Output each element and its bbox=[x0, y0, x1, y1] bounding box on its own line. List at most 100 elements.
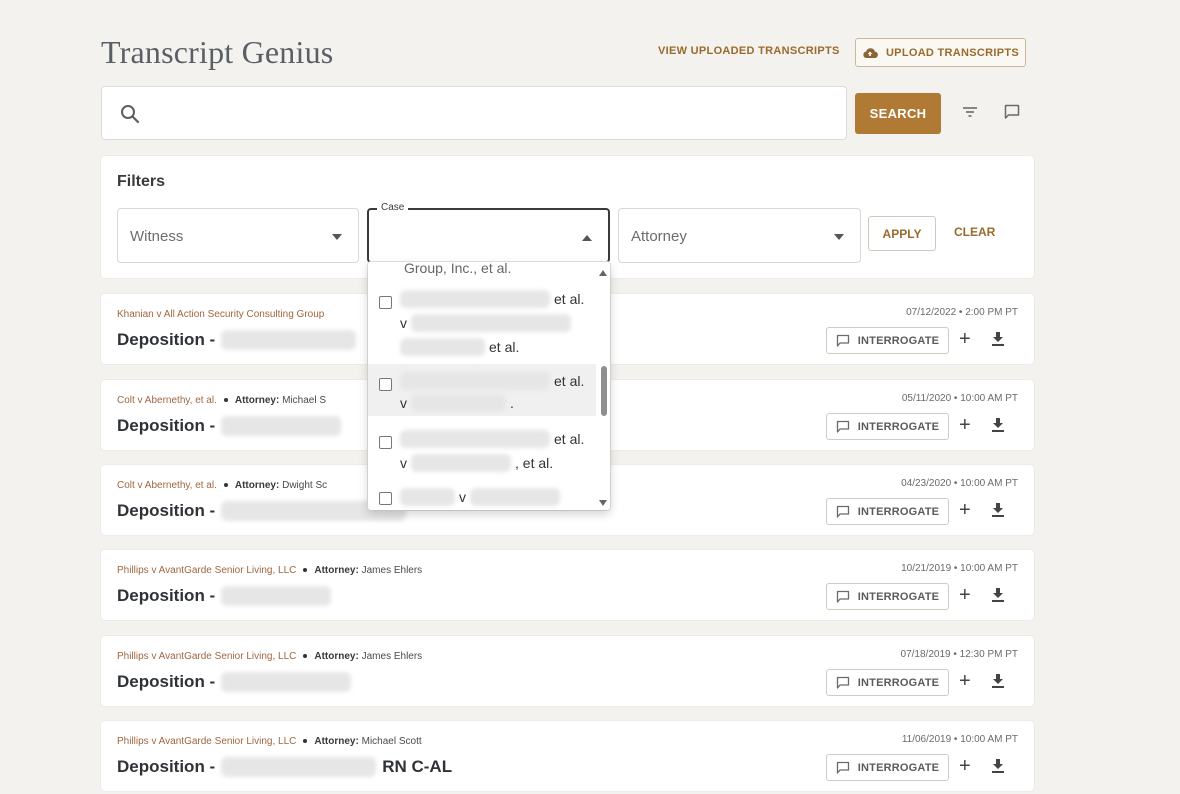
deposition-date: 07/12/2022 • 2:00 PM PT bbox=[906, 307, 1018, 318]
add-icon[interactable]: + bbox=[959, 585, 971, 605]
transcript-card[interactable]: Phillips v AvantGarde Senior Living, LLC… bbox=[101, 636, 1034, 706]
case-name[interactable]: Phillips v AvantGarde Senior Living, LLC bbox=[117, 736, 296, 747]
option-text: v bbox=[400, 455, 407, 471]
option-checkbox[interactable] bbox=[379, 436, 392, 449]
card-meta: Colt v Abernethy, et al. Attorney: Dwight… bbox=[117, 480, 327, 491]
option-text: et al. bbox=[554, 431, 585, 447]
separator-dot bbox=[303, 567, 308, 572]
case-name[interactable]: Colt v Abernethy, et al. bbox=[117, 395, 217, 406]
scroll-up-arrow-icon[interactable] bbox=[599, 270, 607, 276]
interrogate-button[interactable]: INTERROGATE bbox=[826, 327, 949, 354]
witness-placeholder: Witness bbox=[130, 228, 184, 245]
add-icon[interactable]: + bbox=[959, 756, 971, 776]
case-label: Case bbox=[377, 202, 409, 213]
interrogate-button[interactable]: INTERROGATE bbox=[826, 754, 949, 781]
option-checkbox[interactable] bbox=[379, 378, 392, 391]
chat-icon[interactable] bbox=[1003, 103, 1021, 121]
case-option[interactable]: v bbox=[368, 484, 596, 510]
option-checkbox[interactable] bbox=[379, 296, 392, 309]
case-option[interactable]: et al. v , et al. bbox=[368, 422, 596, 474]
attorney-select[interactable]: Attorney bbox=[618, 208, 861, 263]
option-text: et al. bbox=[554, 373, 585, 389]
download-icon[interactable] bbox=[992, 332, 1004, 346]
search-button[interactable]: SEARCH bbox=[855, 93, 941, 134]
case-name[interactable]: Colt v Abernethy, et al. bbox=[117, 480, 217, 491]
search-box bbox=[101, 86, 847, 140]
deposition-label: Deposition - bbox=[117, 501, 216, 520]
chevron-down-icon bbox=[332, 234, 342, 240]
attorney-name: James Ehlers bbox=[361, 565, 423, 576]
chevron-down-icon bbox=[834, 234, 844, 240]
deposition-title[interactable]: Deposition - bbox=[117, 416, 347, 436]
chat-icon bbox=[836, 761, 849, 774]
apply-button[interactable]: APPLY bbox=[868, 216, 936, 251]
chat-icon bbox=[836, 590, 849, 603]
interrogate-button[interactable]: INTERROGATE bbox=[826, 583, 949, 610]
witness-select[interactable]: Witness bbox=[117, 208, 359, 263]
redacted-witness bbox=[221, 416, 342, 436]
option-text: . bbox=[510, 395, 514, 411]
upload-transcripts-button[interactable]: UPLOAD TRANSCRIPTS bbox=[855, 38, 1026, 67]
add-icon[interactable]: + bbox=[959, 671, 971, 691]
deposition-date: 11/06/2019 • 10:00 AM PT bbox=[901, 734, 1018, 745]
deposition-suffix: RN C-AL bbox=[382, 757, 453, 776]
transcript-card[interactable]: Phillips v AvantGarde Senior Living, LLC… bbox=[101, 721, 1034, 791]
chat-icon bbox=[836, 505, 849, 518]
attorney-label: Attorney: bbox=[314, 565, 359, 576]
filters-panel: Filters Witness Case Attorney APPLY CLEA… bbox=[101, 156, 1034, 278]
transcript-card[interactable]: Phillips v AvantGarde Senior Living, LLC… bbox=[101, 550, 1034, 620]
view-uploaded-transcripts-link[interactable]: VIEW UPLOADED TRANSCRIPTS bbox=[658, 45, 840, 57]
case-name[interactable]: Phillips v AvantGarde Senior Living, LLC bbox=[117, 651, 296, 662]
scrollbar-thumb[interactable] bbox=[601, 366, 607, 416]
attorney-name: Michael Scott bbox=[361, 736, 422, 747]
interrogate-label: INTERROGATE bbox=[857, 761, 940, 774]
option-checkbox[interactable] bbox=[379, 492, 392, 505]
app-title: Transcript Genius bbox=[101, 34, 334, 70]
cloud-upload-icon bbox=[863, 47, 878, 58]
deposition-label: Deposition - bbox=[117, 757, 216, 776]
add-icon[interactable]: + bbox=[959, 415, 971, 435]
dropdown-scrollbar[interactable] bbox=[598, 262, 610, 510]
search-input[interactable] bbox=[152, 99, 832, 129]
download-icon[interactable] bbox=[992, 503, 1004, 517]
deposition-title[interactable]: Deposition - bbox=[117, 586, 337, 606]
interrogate-button[interactable]: INTERROGATE bbox=[826, 669, 949, 696]
add-icon[interactable]: + bbox=[959, 500, 971, 520]
deposition-date: 07/18/2019 • 12:30 PM PT bbox=[900, 649, 1018, 660]
case-dropdown-list[interactable]: Group, Inc., et al. et al. v et al. et a… bbox=[368, 262, 610, 510]
deposition-title[interactable]: Deposition - RN C-AL bbox=[117, 757, 452, 777]
clear-button[interactable]: CLEAR bbox=[954, 225, 995, 239]
separator-dot bbox=[303, 738, 308, 743]
add-icon[interactable]: + bbox=[959, 329, 971, 349]
interrogate-button[interactable]: INTERROGATE bbox=[826, 413, 949, 440]
interrogate-label: INTERROGATE bbox=[857, 590, 940, 603]
attorney-label: Attorney: bbox=[234, 395, 280, 406]
option-text: v bbox=[400, 315, 407, 331]
attorney-name: Dwight Sc bbox=[282, 480, 328, 491]
deposition-title[interactable]: Deposition - bbox=[117, 672, 357, 692]
deposition-label: Deposition - bbox=[117, 330, 216, 349]
interrogate-button[interactable]: INTERROGATE bbox=[826, 498, 949, 525]
option-text: , et al. bbox=[515, 455, 554, 471]
scroll-down-arrow-icon[interactable] bbox=[599, 500, 607, 506]
case-name[interactable]: Khanian v All Action Security Consulting… bbox=[117, 309, 324, 320]
interrogate-label: INTERROGATE bbox=[857, 676, 940, 689]
chat-icon bbox=[836, 420, 849, 433]
download-icon[interactable] bbox=[992, 588, 1004, 602]
deposition-date: 10/21/2019 • 10:00 AM PT bbox=[901, 563, 1018, 574]
deposition-label: Deposition - bbox=[117, 416, 216, 435]
filter-icon[interactable] bbox=[961, 103, 979, 121]
attorney-name: Michael S bbox=[282, 395, 327, 406]
download-icon[interactable] bbox=[992, 418, 1004, 432]
download-icon[interactable] bbox=[992, 759, 1004, 773]
deposition-title[interactable]: Deposition - bbox=[117, 330, 362, 350]
case-select[interactable]: Case bbox=[367, 202, 610, 263]
card-meta: Colt v Abernethy, et al. Attorney: Michae… bbox=[117, 395, 326, 406]
deposition-date: 05/11/2020 • 10:00 AM PT bbox=[901, 393, 1018, 404]
upload-transcripts-label: UPLOAD TRANSCRIPTS bbox=[885, 46, 1020, 59]
case-option[interactable]: et al. v et al. bbox=[368, 286, 596, 362]
download-icon[interactable] bbox=[992, 674, 1004, 688]
option-text: v bbox=[400, 395, 407, 411]
case-name[interactable]: Phillips v AvantGarde Senior Living, LLC bbox=[117, 565, 296, 576]
case-option[interactable]: et al. v. bbox=[368, 364, 596, 416]
